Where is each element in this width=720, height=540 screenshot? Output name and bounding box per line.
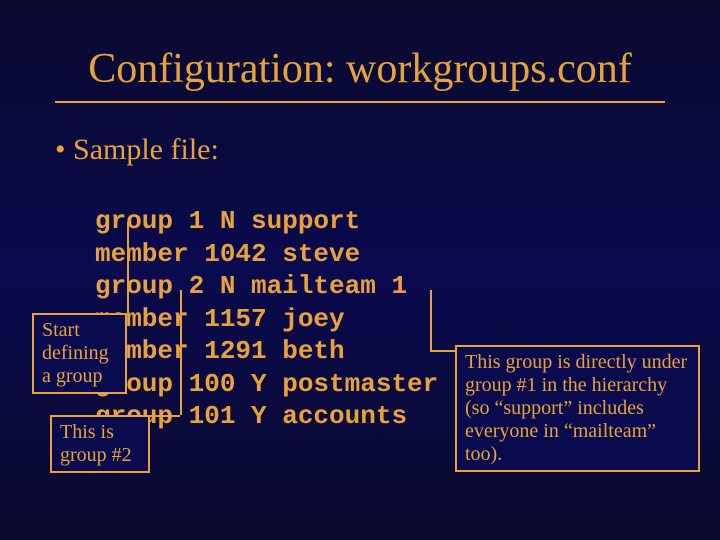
connector-line: [430, 290, 432, 350]
slide: Configuration: workgroups.conf Sample fi…: [0, 0, 720, 540]
callout-start-defining: Start defining a group: [32, 313, 127, 394]
callout-group-2: This is group #2: [50, 415, 150, 473]
code-block: group 1 N support member 1042 steve grou…: [95, 205, 438, 433]
slide-title: Configuration: workgroups.conf: [0, 0, 720, 101]
callout-hierarchy: This group is directly under group #1 in…: [455, 345, 700, 472]
title-underline: [55, 101, 665, 103]
connector-line: [180, 290, 182, 415]
bullet-sample-file: Sample file:: [0, 133, 720, 167]
connector-line: [430, 350, 455, 352]
connector-line: [150, 415, 180, 417]
connector-line: [127, 222, 129, 313]
